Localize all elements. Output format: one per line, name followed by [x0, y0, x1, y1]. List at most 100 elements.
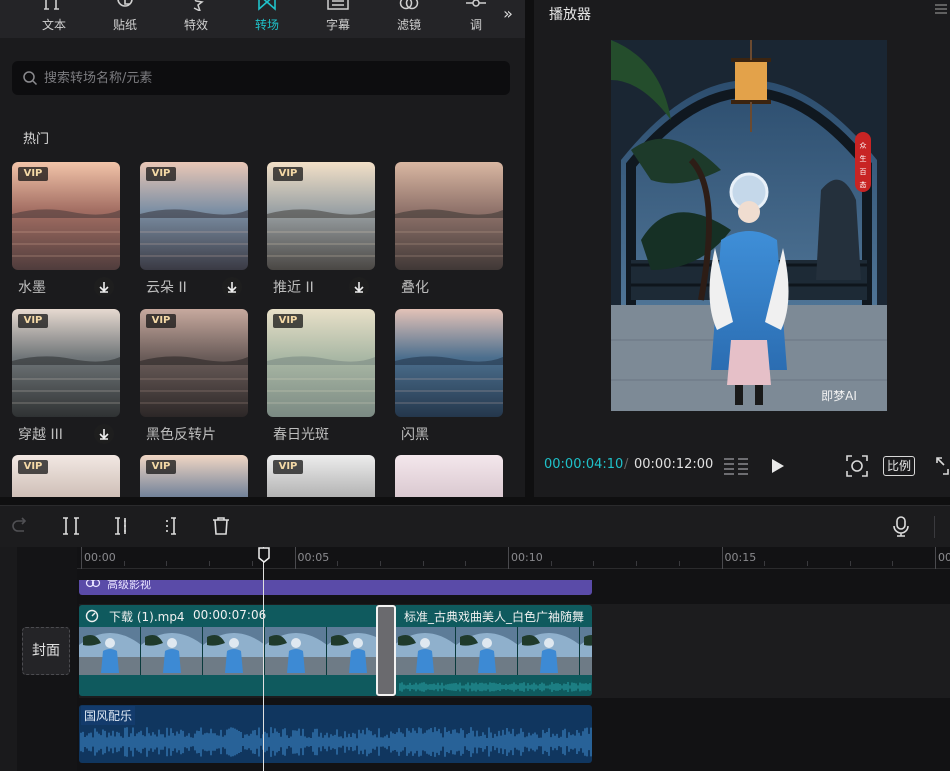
clip-frame: [456, 627, 518, 675]
video-frame-image: 众 生 百 态 即梦AI: [611, 40, 887, 411]
more-tabs-button[interactable]: »: [494, 0, 522, 28]
transition-card[interactable]: [395, 455, 503, 497]
tab-label: 字幕: [325, 18, 350, 32]
transition-name: 春日光斑: [273, 427, 329, 443]
effect-clip[interactable]: 高级影视: [79, 580, 592, 595]
tab-adjust[interactable]: 调: [452, 0, 500, 38]
media-panel: 文本 贴纸 特效 转场 字幕 滤镜 调 » 热门 VI: [0, 0, 525, 497]
transition-name: 水墨: [18, 280, 46, 296]
audio-waveform: [80, 727, 592, 757]
transition-card[interactable]: 闪黑: [395, 309, 503, 449]
ruler-tick: [294, 547, 296, 569]
svg-text:生: 生: [860, 154, 867, 163]
vip-badge: VIP: [273, 460, 303, 474]
vip-badge: VIP: [18, 167, 48, 181]
ruler-tick: [935, 547, 936, 569]
ruler-label: 00:10: [511, 551, 543, 564]
ruler-tick: [721, 547, 723, 569]
transition-card[interactable]: VIP: [12, 455, 120, 497]
transition-name: 云朵 II: [146, 280, 187, 296]
ruler-label: 00:05: [297, 551, 330, 564]
tab-label: 调: [469, 18, 482, 32]
transition-name: 叠化: [401, 280, 429, 296]
tab-effects[interactable]: 特效: [168, 0, 224, 38]
download-icon[interactable]: [94, 424, 114, 444]
transition-icon: [239, 0, 295, 11]
transition-card[interactable]: 叠化: [395, 162, 503, 302]
ruler-minor-tick: [166, 561, 168, 566]
section-title: 热门: [23, 132, 50, 147]
cover-button[interactable]: 封面: [22, 627, 70, 675]
track-gutter: [0, 547, 17, 771]
split-left-icon[interactable]: [110, 515, 132, 537]
ruler-minor-tick: [806, 561, 808, 566]
vip-badge: VIP: [273, 167, 303, 181]
vip-badge: VIP: [146, 460, 176, 474]
clip-frame: [327, 627, 379, 675]
audio-clip-label: 国风配乐: [81, 706, 136, 725]
clip-name: 标准_古典戏曲美人_白色广袖随舞: [404, 610, 585, 624]
tab-transition[interactable]: 转场: [239, 0, 295, 38]
transition-name: 推近 II: [273, 280, 314, 296]
clip-frame: [203, 627, 265, 675]
split-right-icon[interactable]: [160, 515, 182, 537]
tab-text[interactable]: 文本: [26, 0, 82, 38]
transition-card[interactable]: VIP 黑色反转片: [140, 309, 248, 449]
delete-icon[interactable]: [210, 515, 232, 537]
vip-badge: VIP: [18, 460, 48, 474]
tab-filter[interactable]: 滤镜: [381, 0, 437, 38]
transition-thumbnail: [395, 309, 503, 417]
tab-label: 滤镜: [396, 18, 421, 32]
redo-icon[interactable]: [10, 515, 32, 537]
download-icon[interactable]: [222, 277, 242, 297]
effect-link-icon: [85, 580, 101, 588]
search-input[interactable]: [44, 61, 494, 95]
video-clip[interactable]: 标准_古典戏曲美人_白色广袖随舞: [394, 605, 592, 696]
transition-thumbnail: [395, 455, 503, 497]
ruler-minor-tick: [465, 561, 467, 566]
ruler-minor-tick: [251, 561, 253, 566]
playhead-handle[interactable]: [258, 547, 270, 563]
play-icon[interactable]: [768, 455, 788, 477]
vip-badge: VIP: [146, 167, 176, 181]
toolbar-divider: [934, 516, 935, 538]
video-clip[interactable]: 下载 (1).mp4 00:00:07:06: [79, 605, 379, 696]
aspect-ratio-button[interactable]: 比例: [883, 456, 915, 476]
ruler-minor-tick: [379, 561, 381, 566]
video-preview[interactable]: 众 生 百 态 即梦AI: [611, 40, 887, 411]
transition-thumbnail: [395, 162, 503, 270]
transition-marker[interactable]: [376, 605, 396, 696]
tab-caption[interactable]: 字幕: [310, 0, 366, 38]
fullscreen-preview-icon[interactable]: [846, 455, 868, 477]
waveform-view-icon[interactable]: [722, 455, 750, 477]
ruler-minor-tick: [593, 561, 595, 566]
ruler-minor-tick: [849, 561, 851, 566]
transition-card[interactable]: VIP 水墨: [12, 162, 120, 302]
ruler-tick: [508, 547, 509, 569]
download-icon[interactable]: [94, 277, 114, 297]
playhead-line[interactable]: [263, 547, 264, 771]
search-icon: [23, 71, 38, 86]
caption-icon: [310, 0, 366, 11]
transition-card[interactable]: VIP 云朵 II: [140, 162, 248, 302]
download-icon[interactable]: [349, 277, 369, 297]
ruler-tick: [81, 547, 82, 569]
vip-badge: VIP: [273, 314, 303, 328]
transition-card[interactable]: VIP 春日光斑: [267, 309, 375, 449]
time-ruler[interactable]: 00:00 00:05 00:10 00:15 00:20: [77, 547, 950, 569]
split-icon[interactable]: [60, 515, 82, 537]
effects-icon: [168, 0, 224, 11]
transition-card[interactable]: VIP 穿越 III: [12, 309, 120, 449]
transition-card[interactable]: VIP 推近 II: [267, 162, 375, 302]
transition-card[interactable]: VIP: [140, 455, 248, 497]
clip-frame: [141, 627, 203, 675]
menu-icon[interactable]: [934, 2, 948, 16]
ruler-minor-tick: [337, 561, 339, 566]
ruler-label: 00:00: [84, 551, 116, 564]
microphone-icon[interactable]: [890, 515, 912, 537]
expand-icon[interactable]: [935, 455, 950, 477]
transition-card[interactable]: VIP: [267, 455, 375, 497]
sticker-icon: [97, 0, 153, 11]
audio-clip[interactable]: 国风配乐: [79, 705, 592, 763]
tab-sticker[interactable]: 贴纸: [97, 0, 153, 38]
